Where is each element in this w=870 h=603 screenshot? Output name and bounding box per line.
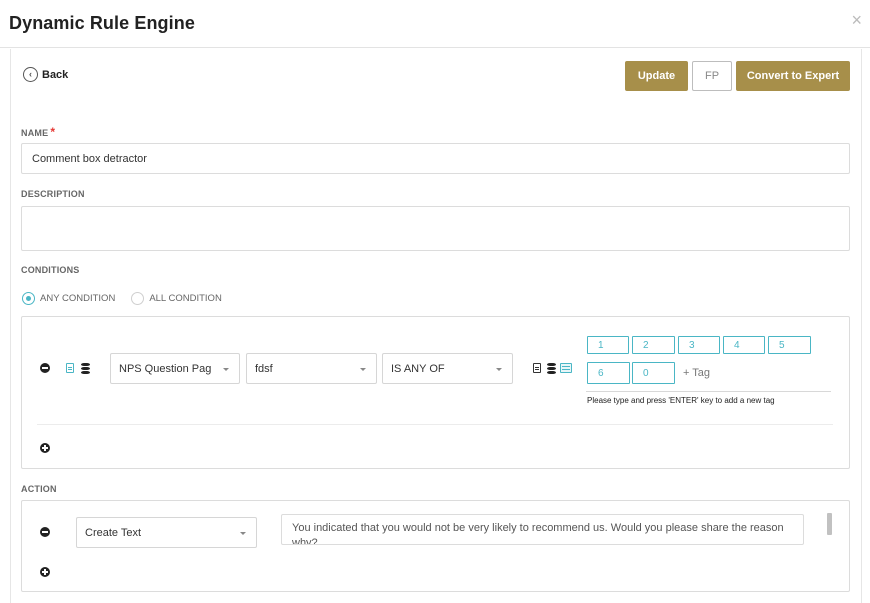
value-database-icon[interactable]: [547, 363, 556, 374]
any-condition-radio[interactable]: [22, 292, 35, 305]
fp-button[interactable]: FP: [692, 61, 732, 91]
tag-chip[interactable]: 1: [587, 336, 629, 354]
action-type-value: Create Text: [85, 526, 142, 539]
condition-question-value: fdsf: [255, 362, 273, 375]
tag-input-underline: [586, 391, 831, 392]
tag-hint-text: Please type and press 'ENTER' key to add…: [587, 396, 775, 405]
condition-operator-value: IS ANY OF: [391, 362, 445, 375]
condition-question-select[interactable]: fdsf: [246, 353, 377, 384]
any-condition-label[interactable]: ANY CONDITION: [40, 293, 115, 304]
modal-title: Dynamic Rule Engine: [9, 13, 195, 33]
close-icon[interactable]: ×: [851, 10, 862, 30]
textarea-scrollbar[interactable]: [827, 513, 832, 535]
add-tag-input[interactable]: + Tag: [683, 367, 710, 379]
condition-field-select[interactable]: NPS Question Pag: [110, 353, 240, 384]
action-text-area[interactable]: You indicated that you would not be very…: [281, 514, 804, 545]
tag-chip[interactable]: 2: [632, 336, 675, 354]
modal-header: Dynamic Rule Engine ×: [0, 0, 870, 48]
name-label-text: NAME: [21, 128, 49, 138]
tag-chip[interactable]: 0: [632, 362, 675, 384]
condition-divider: [37, 424, 833, 425]
chevron-down-icon: [496, 368, 502, 371]
chevron-down-icon: [240, 532, 246, 535]
tag-chip[interactable]: 3: [678, 336, 720, 354]
add-condition-icon[interactable]: [40, 443, 50, 453]
tag-chip[interactable]: 4: [723, 336, 765, 354]
action-label: ACTION: [21, 484, 57, 494]
document-icon[interactable]: [66, 363, 74, 373]
chevron-down-icon: [360, 368, 366, 371]
tag-chip[interactable]: 5: [768, 336, 811, 354]
all-condition-radio[interactable]: [131, 292, 145, 305]
conditions-label: CONDITIONS: [21, 265, 80, 275]
name-label: NAME *: [21, 125, 55, 139]
description-label: DESCRIPTION: [21, 189, 85, 199]
condition-mode-group: ANY CONDITION ALL CONDITION: [22, 292, 222, 305]
database-icon[interactable]: [81, 363, 90, 374]
name-input[interactable]: Comment box detractor: [21, 143, 850, 174]
description-input[interactable]: [21, 206, 850, 251]
value-list-icon[interactable]: [560, 363, 572, 373]
convert-to-expert-button[interactable]: Convert to Expert: [736, 61, 850, 91]
value-document-icon[interactable]: [533, 363, 541, 373]
update-button[interactable]: Update: [625, 61, 688, 91]
add-action-icon[interactable]: [40, 567, 50, 577]
action-type-select[interactable]: Create Text: [76, 517, 257, 548]
required-mark: *: [50, 125, 56, 139]
back-label: Back: [42, 68, 69, 81]
condition-field-value: NPS Question Pag: [119, 362, 212, 375]
back-button[interactable]: ‹ Back: [23, 67, 68, 82]
chevron-down-icon: [223, 368, 229, 371]
remove-action-icon[interactable]: [40, 527, 50, 537]
all-condition-label[interactable]: ALL CONDITION: [149, 293, 222, 304]
remove-condition-icon[interactable]: [40, 363, 50, 373]
chevron-left-icon: ‹: [23, 67, 38, 82]
tag-chip[interactable]: 6: [587, 362, 630, 384]
condition-operator-select[interactable]: IS ANY OF: [382, 353, 513, 384]
